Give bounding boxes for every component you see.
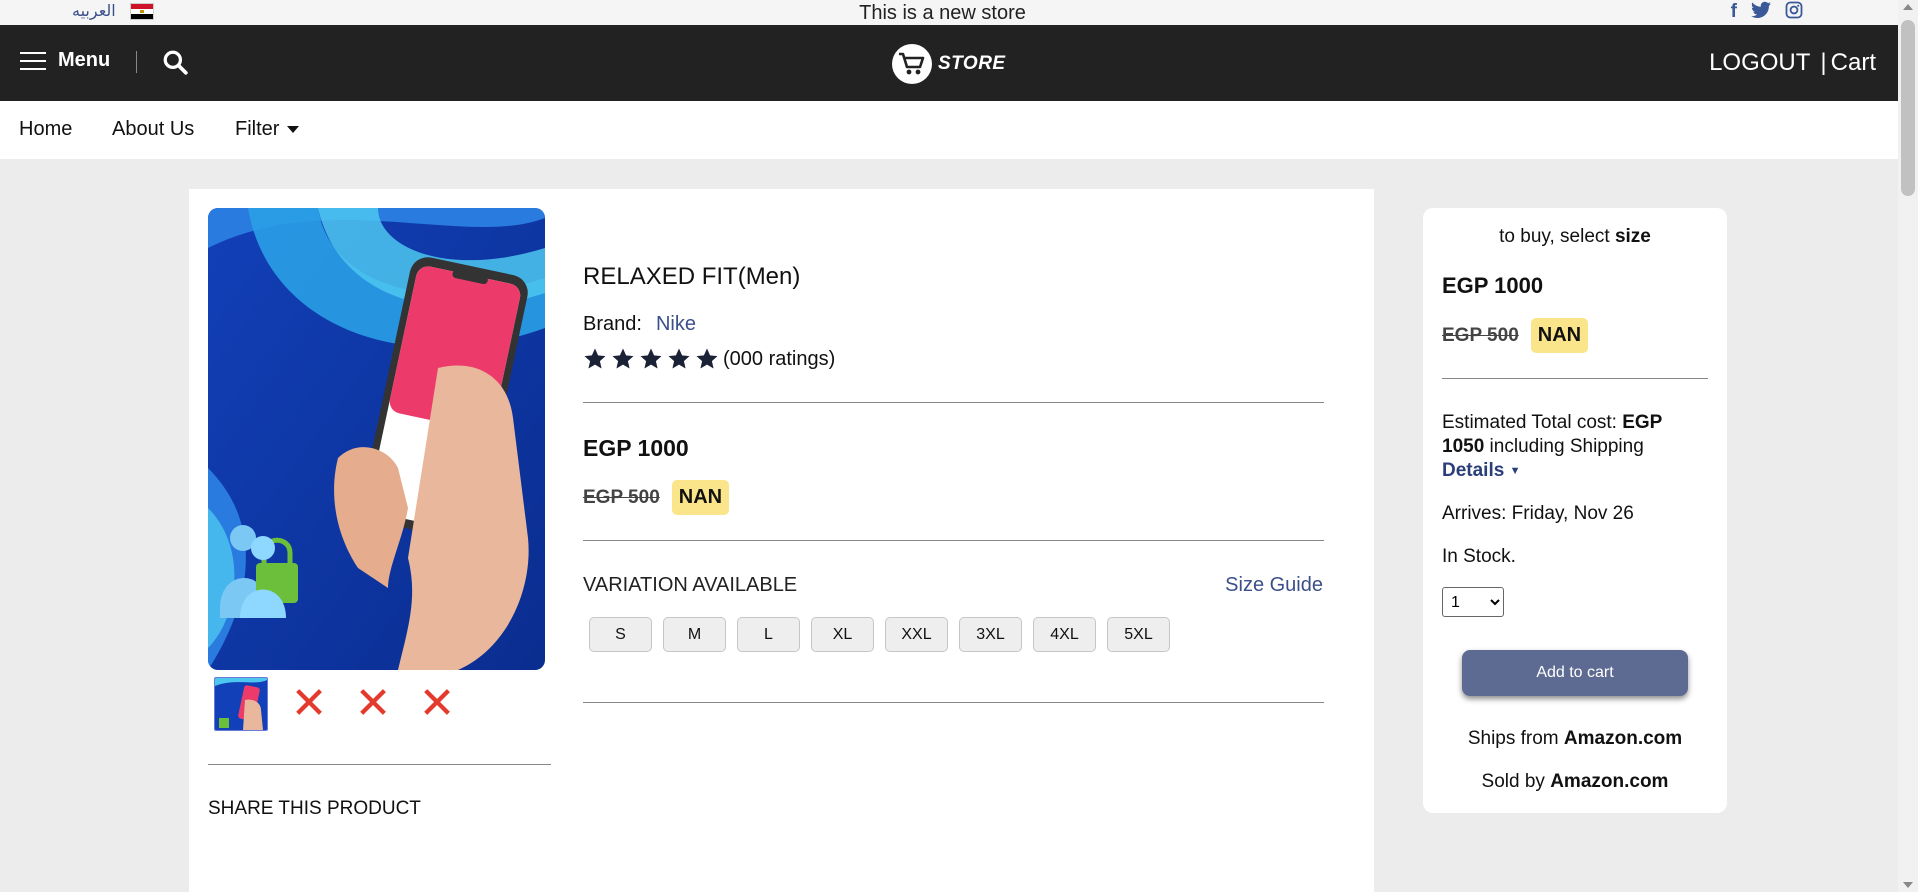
share-divider — [208, 764, 551, 765]
buy-hint-bold: size — [1614, 226, 1651, 247]
main-nav: Home About Us Filter — [0, 101, 1898, 159]
logout-link[interactable]: LOGOUT — [1709, 49, 1810, 77]
size-option-xl[interactable]: XL — [811, 617, 874, 652]
size-option-l[interactable]: L — [737, 617, 800, 652]
variation-heading: VARIATION AVAILABLE — [583, 574, 798, 596]
remove-image-icon[interactable]: ✕ — [350, 681, 396, 727]
buybox-old-price: EGP 500 — [1442, 324, 1519, 346]
buy-hint-text: to buy, select — [1499, 226, 1615, 247]
sold-by-label: Sold by — [1481, 771, 1551, 792]
size-option-m[interactable]: M — [663, 617, 726, 652]
star-icon — [696, 348, 718, 369]
store-notice: This is a new store — [859, 2, 1026, 24]
product-rating: (000 ratings) — [583, 347, 835, 371]
store-logo[interactable]: STORE — [892, 44, 1006, 84]
share-heading: SHARE THIS PRODUCT — [208, 798, 421, 819]
nav-item-home[interactable]: Home — [19, 118, 72, 141]
cart-link[interactable]: Cart — [1831, 49, 1876, 77]
size-option-xxl[interactable]: XXL — [885, 617, 948, 652]
ratings-count[interactable]: (000 ratings) — [723, 348, 835, 371]
remove-image-icon[interactable]: ✕ — [286, 681, 332, 727]
arrival-date: Arrives: Friday, Nov 26 — [1442, 503, 1634, 524]
buybox-price: EGP 1000 — [1442, 273, 1544, 298]
section-divider — [583, 702, 1324, 703]
menu-button[interactable]: Menu — [20, 49, 110, 72]
instagram-icon[interactable] — [1785, 1, 1803, 25]
star-icon — [668, 348, 690, 369]
remove-image-icon[interactable]: ✕ — [414, 681, 460, 727]
sold-by-value: Amazon.com — [1550, 771, 1669, 792]
stock-status: In Stock. — [1442, 546, 1516, 567]
nav-item-about-us[interactable]: About Us — [112, 118, 194, 141]
sold-by: Sold by Amazon.com — [1423, 771, 1727, 793]
size-option-5xl[interactable]: 5XL — [1107, 617, 1170, 652]
header-divider — [136, 51, 137, 73]
estimated-total-suffix: including Shipping — [1484, 436, 1644, 457]
discount-badge: NAN — [671, 480, 730, 515]
details-label: Details — [1442, 460, 1505, 482]
scroll-down-arrow-icon[interactable] — [1903, 882, 1913, 888]
details-toggle[interactable]: Details ▼ — [1442, 460, 1520, 481]
product-price: EGP 1000 — [583, 435, 689, 461]
caret-down-icon — [287, 125, 300, 133]
size-option-3xl[interactable]: 3XL — [959, 617, 1022, 652]
buybox-divider — [1442, 378, 1708, 379]
facebook-icon[interactable]: f — [1731, 1, 1737, 25]
product-card: ✕ ✕ ✕ SHARE THIS PRODUCT RELAXED FIT(Men… — [189, 189, 1374, 892]
logo-text: STORE — [938, 53, 1006, 74]
ships-from-value: Amazon.com — [1563, 728, 1683, 749]
size-guide-link[interactable]: Size Guide — [1225, 574, 1323, 597]
brand-link[interactable]: Nike — [656, 313, 696, 335]
buy-hint: to buy, select size — [1423, 226, 1727, 248]
scrollbar-thumb[interactable] — [1901, 20, 1915, 196]
quantity-select[interactable]: 1 — [1442, 587, 1504, 617]
ships-from: Ships from Amazon.com — [1423, 728, 1727, 750]
old-price: EGP 500 — [583, 486, 660, 508]
header-account-links: LOGOUT | Cart — [1709, 49, 1876, 77]
buy-box: to buy, select size EGP 1000 EGP 500 NAN… — [1423, 208, 1727, 813]
buybox-discount-badge: NAN — [1530, 318, 1589, 353]
star-icon — [640, 348, 662, 369]
estimated-total: Estimated Total cost: EGP 1050 including… — [1442, 411, 1692, 483]
add-to-cart-button[interactable]: Add to cart — [1462, 650, 1688, 696]
size-option-4xl[interactable]: 4XL — [1033, 617, 1096, 652]
brand-label: Brand: — [583, 313, 642, 335]
page-scrollbar[interactable] — [1898, 0, 1918, 892]
site-header: Menu STORE LOGOUT | Cart — [0, 25, 1898, 101]
ships-from-label: Ships from — [1467, 728, 1564, 749]
menu-label: Menu — [58, 49, 111, 71]
section-divider — [583, 540, 1324, 541]
scroll-up-arrow-icon[interactable] — [1903, 4, 1913, 10]
old-price-row: EGP 500 NAN — [583, 480, 730, 515]
search-icon[interactable] — [162, 49, 188, 75]
caret-down-icon: ▼ — [1509, 465, 1521, 477]
announcement-bar: العربيه This is a new store f — [0, 0, 1898, 26]
image-thumbnails: ✕ ✕ ✕ — [214, 677, 460, 731]
thumbnail-image[interactable] — [214, 677, 268, 731]
star-icon — [612, 348, 634, 369]
buybox-old-price-row: EGP 500 NAN — [1442, 318, 1589, 353]
cart-separator: | — [1820, 49, 1827, 76]
nav-filter-label: Filter — [235, 118, 280, 140]
hamburger-icon — [20, 51, 46, 70]
estimated-total-label: Estimated Total cost: — [1442, 412, 1623, 433]
size-options: S M L XL XXL 3XL 4XL 5XL — [589, 617, 1170, 652]
twitter-icon[interactable] — [1751, 1, 1771, 25]
size-option-s[interactable]: S — [589, 617, 652, 652]
section-divider — [583, 402, 1324, 403]
social-links: f — [1731, 1, 1803, 25]
product-main-image[interactable] — [208, 208, 545, 670]
nav-item-filter[interactable]: Filter — [235, 118, 300, 141]
star-icon — [584, 348, 606, 369]
product-brand: Brand: Nike — [583, 313, 696, 336]
cart-logo-icon — [892, 44, 932, 84]
product-title: RELAXED FIT(Men) — [583, 263, 801, 290]
